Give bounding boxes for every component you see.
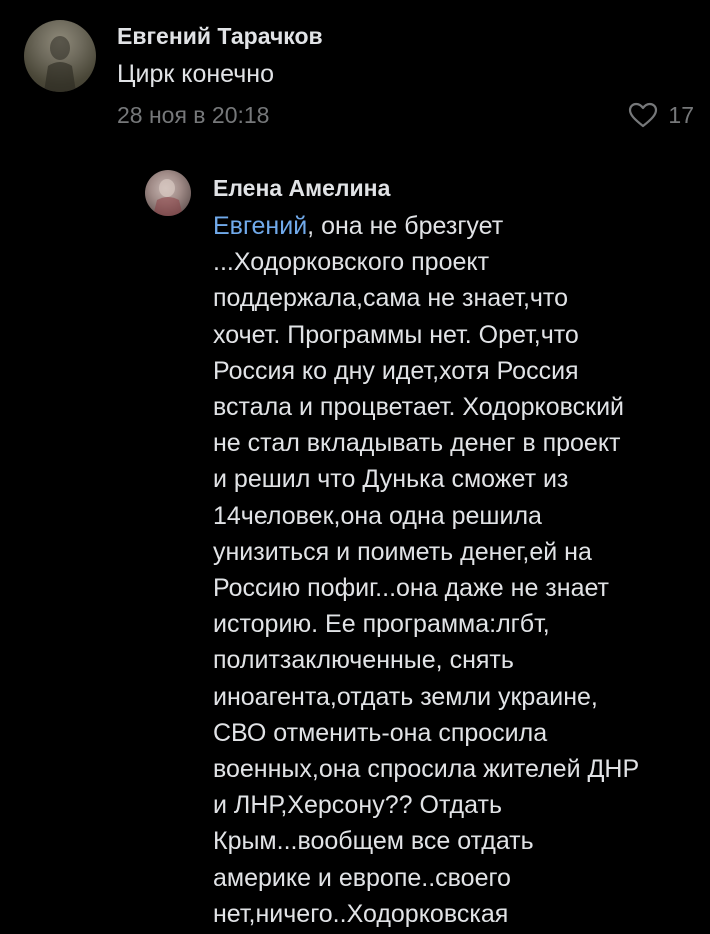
mention-link[interactable]: Евгений bbox=[213, 212, 307, 240]
comment-text: Евгений, она не брезгует ...Ходорковског… bbox=[213, 208, 705, 932]
heart-outline-icon bbox=[628, 102, 658, 128]
comment-author[interactable]: Евгений Тарачков bbox=[117, 20, 710, 52]
comment-text: Цирк конечно bbox=[117, 60, 274, 88]
like-button[interactable]: 17 bbox=[628, 98, 694, 132]
avatar[interactable] bbox=[24, 20, 96, 92]
comment-date[interactable]: 28 ноя в 20:18 bbox=[117, 102, 269, 128]
like-count: 17 bbox=[668, 102, 694, 129]
comment-author[interactable]: Елена Амелина bbox=[213, 172, 705, 204]
comment-text-body: , она не брезгует ...Ходорковского проек… bbox=[213, 212, 640, 928]
avatar[interactable] bbox=[145, 170, 191, 216]
comment-meta: 28 ноя в 20:18 17 bbox=[117, 98, 710, 132]
comment-body: Евгений Тарачков Цирк конечно 28 ноя в 2… bbox=[117, 20, 710, 132]
comment-body: Елена Амелина Евгений, она не брезгует .… bbox=[213, 170, 705, 932]
